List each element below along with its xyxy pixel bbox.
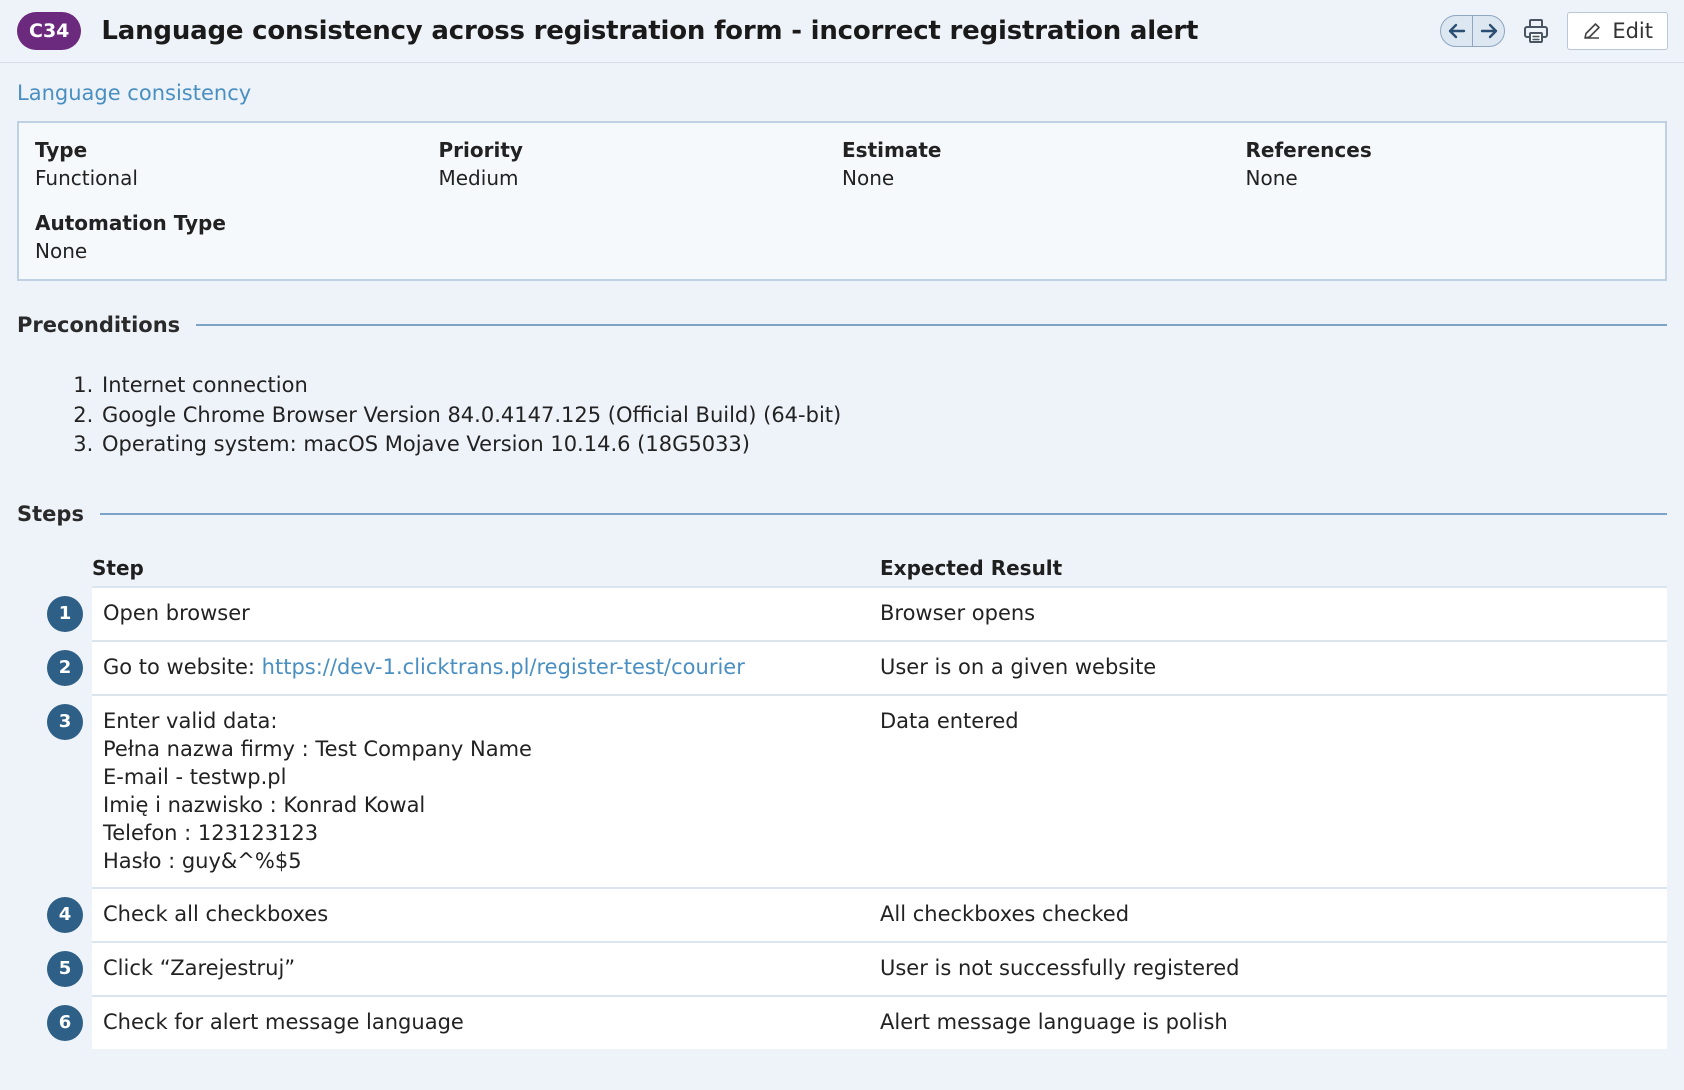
step-number-badge: 5 — [47, 950, 83, 987]
expected-result-text: Browser opens — [880, 600, 1036, 625]
expected-result-text: Data entered — [880, 708, 1019, 733]
table-row: 5 Click “Zarejestruj” User is not succes… — [17, 940, 1667, 995]
edit-button-label: Edit — [1612, 19, 1653, 43]
page-header: C34 Language consistency across registra… — [0, 0, 1684, 63]
precondition-item: Operating system: macOS Mojave Version 1… — [100, 430, 1684, 460]
step-text: Check for alert message language — [103, 1009, 464, 1034]
step-text: Enter valid data: Pełna nazwa firmy : Te… — [103, 708, 532, 873]
step-number-badge: 6 — [47, 1004, 83, 1041]
property-automation-type: Automation Type None — [35, 211, 226, 263]
step-number-badge: 4 — [47, 896, 83, 933]
step-text: Check all checkboxes — [103, 901, 329, 926]
property-priority: Priority Medium — [438, 138, 523, 190]
case-navigation — [1440, 15, 1506, 47]
steps-heading: Steps — [17, 502, 1667, 526]
pencil-icon — [1584, 23, 1601, 39]
arrow-right-icon — [1480, 23, 1498, 39]
expected-result-text: User is not successfully registered — [880, 955, 1240, 980]
previous-case-button[interactable] — [1441, 16, 1472, 46]
section-breadcrumb-link[interactable]: Language consistency — [17, 81, 251, 105]
property-estimate: Estimate None — [842, 138, 942, 190]
precondition-item: Internet connection — [100, 371, 1684, 401]
print-button[interactable] — [1519, 14, 1553, 48]
property-references: References None — [1245, 138, 1372, 190]
expected-result-text: All checkboxes checked — [880, 901, 1130, 926]
step-text: Click “Zarejestruj” — [103, 955, 296, 980]
arrow-left-icon — [1448, 23, 1466, 39]
property-type: Type Functional — [35, 138, 138, 190]
preconditions-heading: Preconditions — [17, 313, 1667, 337]
table-row: 4 Check all checkboxes All checkboxes ch… — [17, 886, 1667, 941]
expected-result-text: Alert message language is polish — [880, 1009, 1228, 1034]
steps-table: Step Expected Result 1 Open browser Brow… — [17, 548, 1667, 1049]
case-properties-panel: Type Functional Priority Medium Estimate… — [17, 121, 1667, 281]
expected-result-text: User is on a given website — [880, 654, 1157, 679]
printer-icon — [1524, 19, 1549, 43]
table-row: 3 Enter valid data: Pełna nazwa firmy : … — [17, 693, 1667, 887]
step-text: Open browser — [103, 600, 250, 625]
page-title: Language consistency across registration… — [101, 16, 1199, 46]
website-link[interactable]: https://dev-1.clicktrans.pl/register-tes… — [262, 655, 745, 679]
table-row: 6 Check for alert message language Alert… — [17, 994, 1667, 1049]
steps-table-header: Step Expected Result — [17, 548, 1667, 586]
section-divider — [196, 324, 1667, 326]
step-number-badge: 2 — [47, 649, 83, 686]
precondition-item: Google Chrome Browser Version 84.0.4147.… — [100, 401, 1684, 431]
table-row: 1 Open browser Browser opens — [17, 585, 1667, 640]
step-number-badge: 1 — [47, 595, 83, 632]
column-header-step: Step — [92, 555, 144, 580]
section-divider — [99, 512, 1667, 515]
edit-button[interactable]: Edit — [1567, 12, 1668, 50]
next-case-button[interactable] — [1472, 16, 1504, 46]
case-id-badge: C34 — [17, 12, 82, 50]
step-number-badge: 3 — [47, 703, 83, 740]
step-text: Go to website: https://dev-1.clicktrans.… — [103, 654, 745, 679]
preconditions-list: Internet connection Google Chrome Browse… — [0, 371, 1684, 460]
column-header-expected: Expected Result — [880, 555, 1063, 580]
table-row: 2 Go to website: https://dev-1.clicktran… — [17, 639, 1667, 694]
